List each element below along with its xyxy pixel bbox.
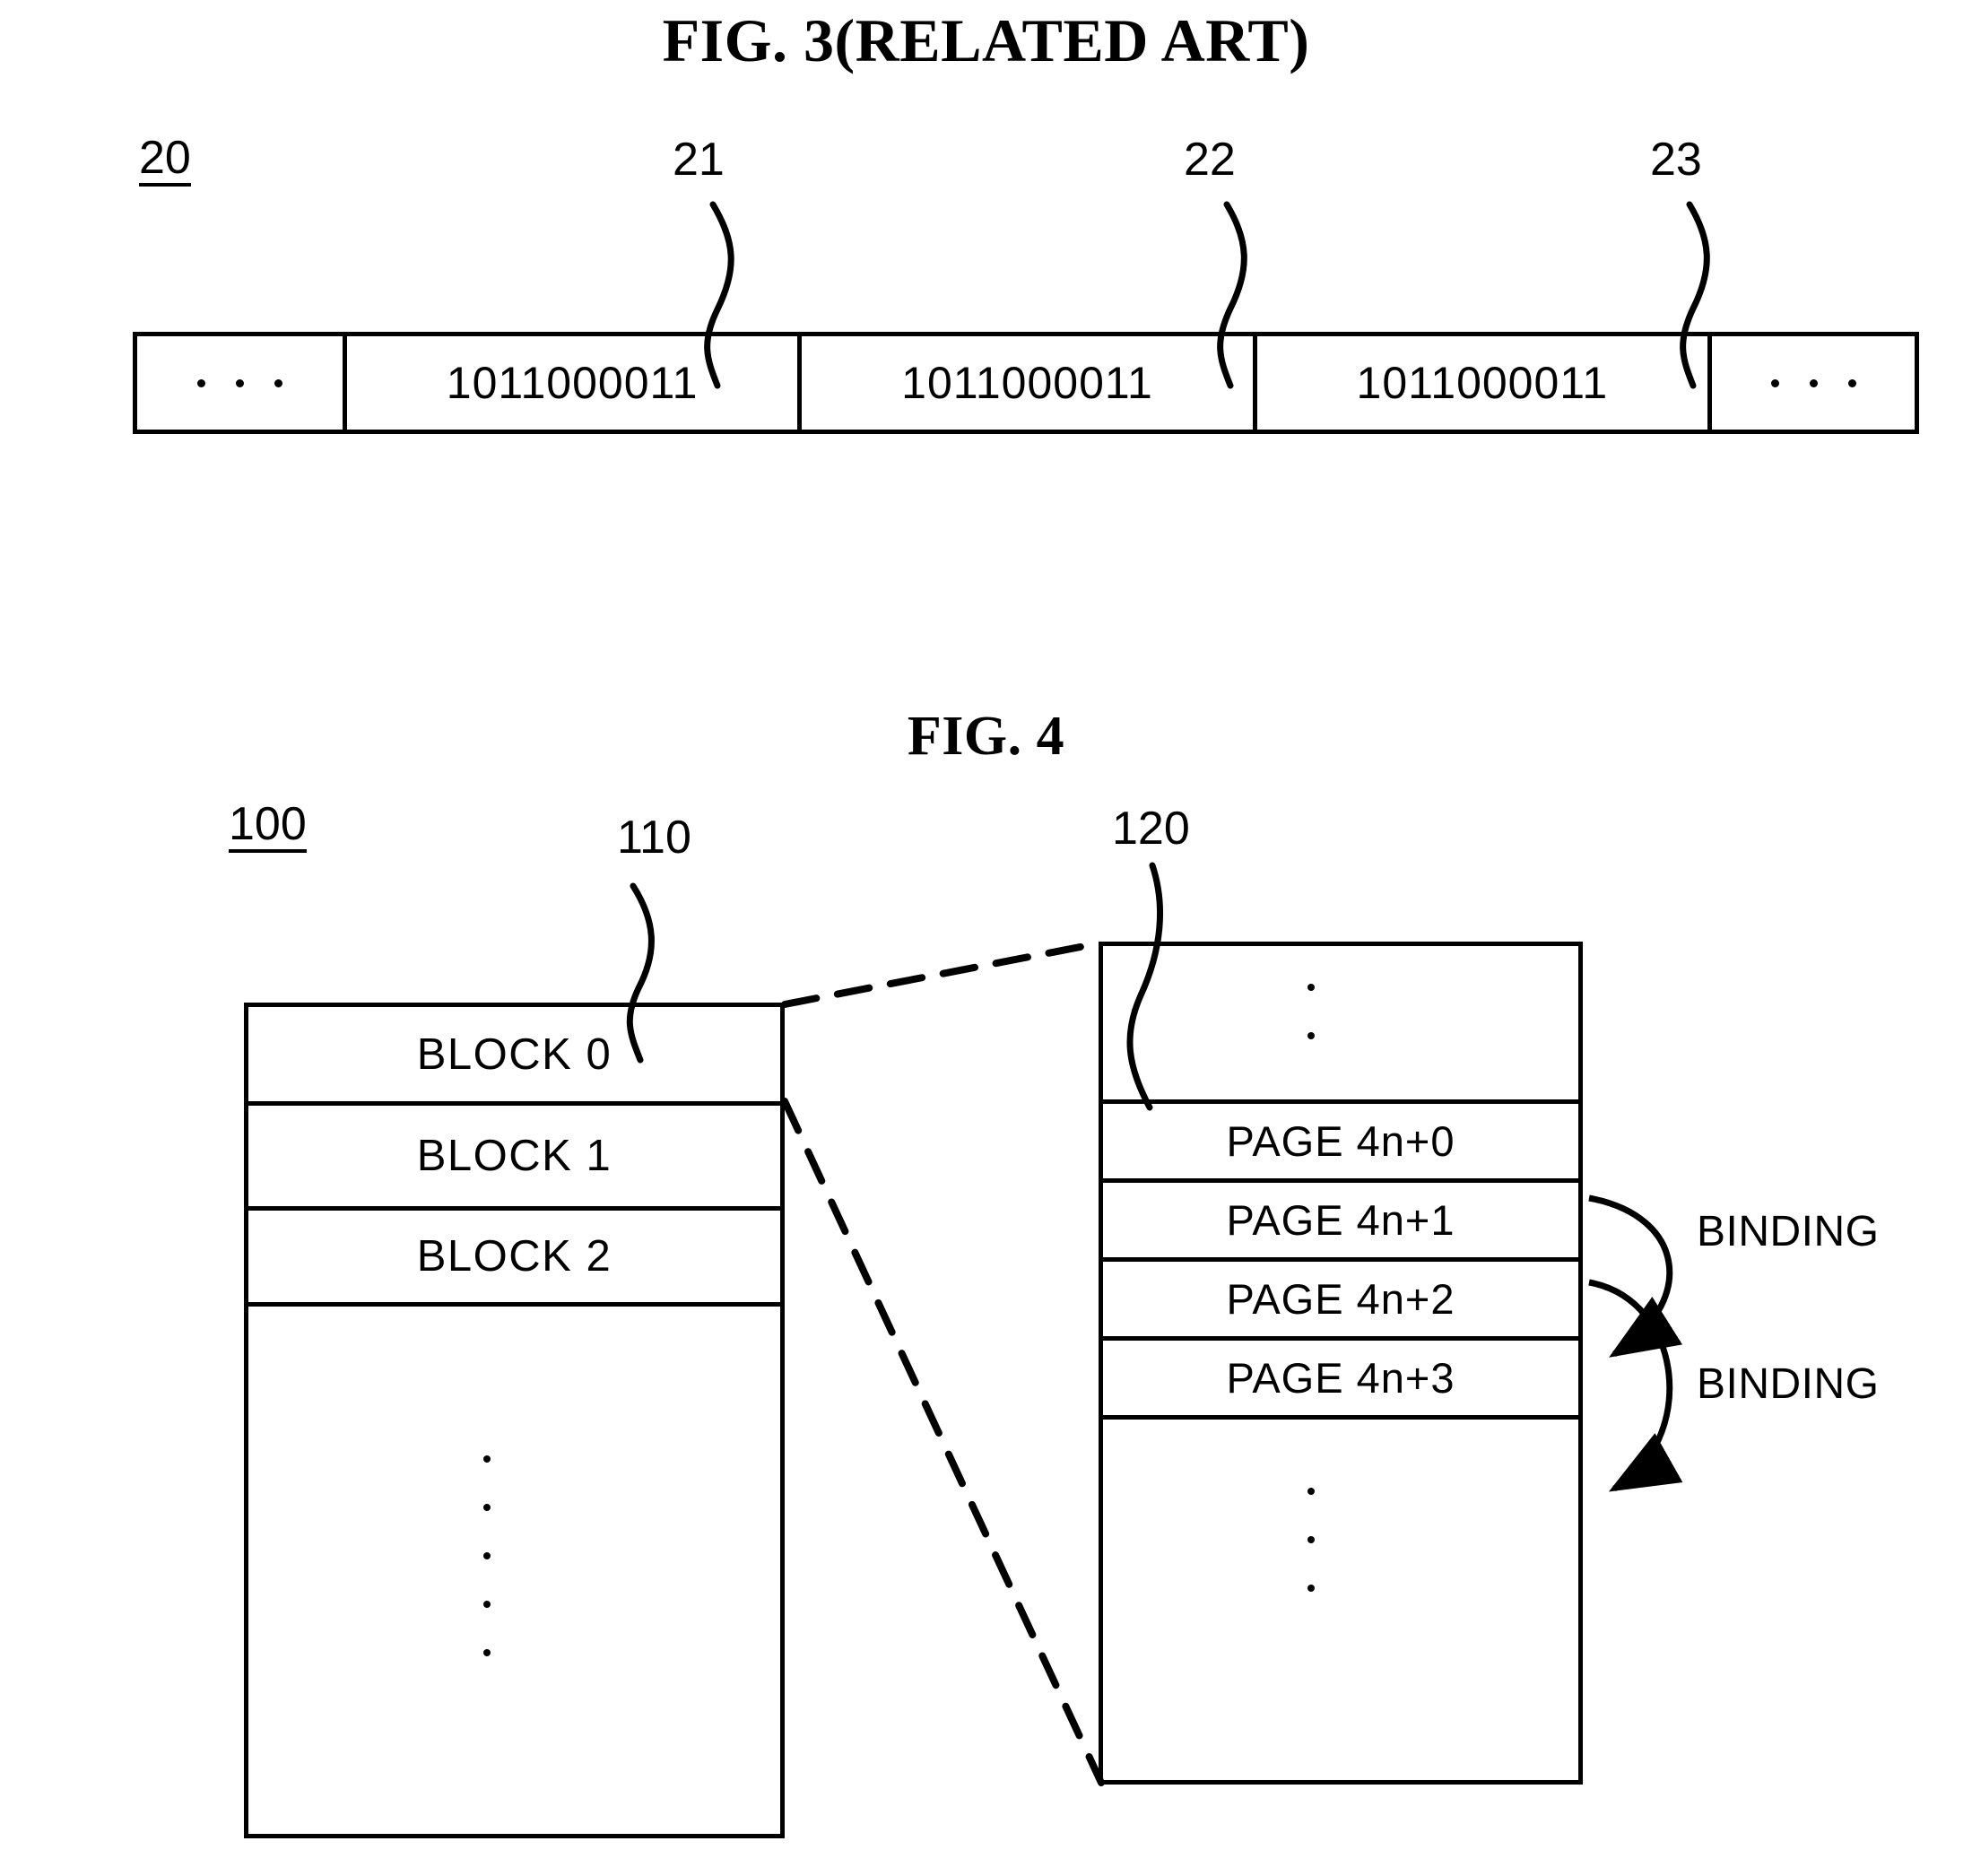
reference-numeral-120: 120 <box>1112 803 1190 855</box>
binding-label-1: BINDING <box>1697 1208 1880 1255</box>
block-row-0: BLOCK 0 <box>248 1007 780 1106</box>
page-row-top-continuation <box>1103 946 1578 1104</box>
strip-cell-23: 1011000011 <box>1257 336 1713 430</box>
binding-label-2: BINDING <box>1697 1360 1880 1408</box>
binding-arrow-2 <box>1588 1279 1683 1492</box>
page-row-4n-1: PAGE 4n+1 <box>1103 1183 1578 1262</box>
page-row-bottom-continuation <box>1103 1420 1578 1780</box>
strip-cell-ellipsis-end <box>1712 336 1915 430</box>
expansion-dashed-line-lower <box>781 1098 1105 1786</box>
figure-4-title: FIG. 4 <box>907 706 1065 767</box>
page-row-4n-0: PAGE 4n+0 <box>1103 1104 1578 1183</box>
horizontal-ellipsis-icon <box>196 378 282 387</box>
expansion-dashed-line-upper <box>781 940 1102 1008</box>
binding-arrow-1 <box>1588 1194 1683 1358</box>
bit-stream-strip: 1011000011 1011000011 1011000011 <box>133 332 1919 434</box>
page-row-4n-2: PAGE 4n+2 <box>1103 1262 1578 1341</box>
vertical-ellipsis-icon <box>1307 1488 1315 1592</box>
memory-block-table: BLOCK 0 BLOCK 1 BLOCK 2 <box>244 1003 785 1838</box>
strip-cell-22: 1011000011 <box>802 336 1257 430</box>
reference-numeral-20: 20 <box>139 135 191 187</box>
patent-figure-page: FIG. 3(RELATED ART) 20 21 22 23 10110000… <box>0 0 1972 1876</box>
reference-numeral-110: 110 <box>617 812 691 864</box>
vertical-ellipsis-icon <box>1307 984 1315 1039</box>
reference-numeral-100: 100 <box>229 801 307 853</box>
reference-numeral-22: 22 <box>1184 134 1236 186</box>
figure-3-title: FIG. 3(RELATED ART) <box>662 6 1310 74</box>
memory-page-table: PAGE 4n+0 PAGE 4n+1 PAGE 4n+2 PAGE 4n+3 <box>1099 942 1583 1785</box>
block-row-continuation <box>248 1307 780 1834</box>
strip-cell-21: 1011000011 <box>347 336 803 430</box>
vertical-ellipsis-icon <box>483 1455 491 1656</box>
horizontal-ellipsis-icon <box>1770 378 1856 387</box>
strip-cell-ellipsis-start <box>137 336 347 430</box>
reference-numeral-23: 23 <box>1650 134 1702 186</box>
block-row-1: BLOCK 1 <box>248 1106 780 1211</box>
reference-numeral-21: 21 <box>673 134 725 186</box>
page-row-4n-3: PAGE 4n+3 <box>1103 1341 1578 1420</box>
block-row-2: BLOCK 2 <box>248 1211 780 1307</box>
